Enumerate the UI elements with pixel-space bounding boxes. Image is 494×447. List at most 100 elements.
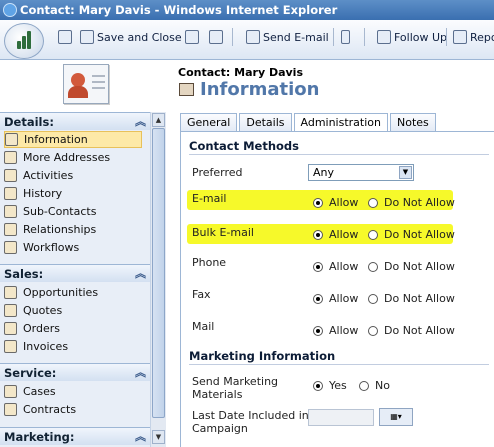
tab-notes[interactable]: Notes — [390, 113, 436, 132]
preferred-select[interactable]: Any ▼ — [308, 164, 414, 181]
toolbar: Save and Close Send E-mail Follow Up Rep… — [0, 20, 494, 60]
sidebar-item-more-addresses[interactable]: More Addresses — [4, 149, 142, 166]
floppy-disk-icon — [58, 30, 72, 44]
service-section-header[interactable]: Service: ︽ — [0, 363, 150, 381]
fax-deny-radio[interactable]: Do Not Allow — [368, 292, 455, 305]
radio-label: Allow — [329, 324, 359, 337]
send-email-button[interactable]: Send E-mail — [246, 28, 329, 46]
sales-section-header[interactable]: Sales: ︽ — [0, 264, 150, 282]
sidebar-item-invoices[interactable]: Invoices — [4, 338, 142, 355]
collapse-chevron-icon[interactable]: ︽ — [135, 364, 146, 382]
sidebar-item-history[interactable]: History — [4, 185, 142, 202]
chevron-down-icon: ▼ — [399, 166, 412, 179]
bulk-email-label: Bulk E-mail — [192, 226, 254, 239]
contact-methods-heading: Contact Methods — [189, 139, 300, 153]
window-title-bar: Contact: Mary Davis - Windows Internet E… — [0, 0, 494, 20]
sidebar-item-label: History — [23, 187, 63, 200]
sidebar-item-label: Activities — [23, 169, 74, 182]
radio-empty-icon — [368, 261, 378, 272]
email-allow-radio[interactable]: Allow — [313, 196, 358, 209]
sidebar-item-contracts[interactable]: Contracts — [4, 401, 142, 418]
tab-general[interactable]: General — [180, 113, 238, 132]
scroll-down-icon[interactable]: ▼ — [152, 430, 165, 444]
follow-up-button[interactable]: Follow Up — [377, 28, 447, 46]
bulk-email-allow-radio[interactable]: Allow — [313, 228, 358, 241]
reports-label: Repo — [470, 30, 494, 44]
marketing-section-header[interactable]: Marketing: ︽ — [0, 427, 150, 445]
collapse-chevron-icon[interactable]: ︽ — [135, 113, 146, 131]
sidebar-item-label: Quotes — [23, 304, 63, 317]
printer-icon — [209, 30, 223, 44]
send-marketing-yes-radio[interactable]: Yes — [313, 379, 347, 392]
email-label: E-mail — [192, 192, 227, 205]
reports-button[interactable]: Repo — [453, 28, 494, 46]
save-new-icon — [185, 30, 199, 44]
save-and-close-button[interactable]: Save and Close — [80, 28, 182, 46]
bulk-email-deny-radio[interactable]: Do Not Allow — [368, 228, 455, 241]
details-section-title: Details: — [4, 115, 54, 129]
mail-allow-radio[interactable]: Allow — [313, 324, 358, 337]
toolbar-separator — [446, 28, 447, 46]
tab-administration[interactable]: Administration — [293, 113, 388, 133]
radio-empty-icon — [368, 229, 378, 240]
divider — [189, 154, 489, 155]
radio-empty-icon — [368, 293, 378, 304]
save-new-button[interactable] — [185, 28, 202, 46]
sidebar-item-cases[interactable]: Cases — [4, 383, 142, 400]
orders-icon — [4, 322, 17, 335]
marketing-info-heading: Marketing Information — [189, 349, 336, 363]
sales-section-title: Sales: — [4, 267, 44, 281]
paperclip-icon — [341, 30, 350, 44]
email-icon — [246, 30, 260, 44]
radio-empty-icon — [359, 380, 369, 391]
attach-button[interactable] — [341, 28, 353, 46]
toolbar-separator — [333, 28, 334, 46]
collapse-chevron-icon[interactable]: ︽ — [135, 428, 146, 446]
email-deny-radio[interactable]: Do Not Allow — [368, 196, 455, 209]
radio-selected-icon — [313, 197, 323, 208]
service-section-title: Service: — [4, 366, 57, 380]
radio-selected-icon — [313, 325, 323, 336]
send-marketing-label-line2: Materials — [192, 388, 243, 401]
sidebar-item-label: Cases — [23, 385, 56, 398]
collapse-chevron-icon[interactable]: ︽ — [135, 265, 146, 283]
last-date-input[interactable] — [308, 409, 374, 426]
sidebar-scrollbar[interactable]: ▲ ▼ — [150, 112, 166, 447]
details-section-header[interactable]: Details: ︽ — [0, 112, 150, 130]
sub-contacts-icon — [4, 205, 17, 218]
sidebar-item-relationships[interactable]: Relationships — [4, 221, 142, 238]
sidebar-item-sub-contacts[interactable]: Sub-Contacts — [4, 203, 142, 220]
phone-allow-radio[interactable]: Allow — [313, 260, 358, 273]
radio-label: Do Not Allow — [384, 196, 455, 209]
sidebar-item-label: Opportunities — [23, 286, 99, 299]
fax-allow-radio[interactable]: Allow — [313, 292, 358, 305]
scroll-thumb[interactable] — [152, 128, 165, 418]
tab-details[interactable]: Details — [239, 113, 292, 132]
radio-selected-icon — [313, 380, 323, 391]
sidebar-item-opportunities[interactable]: Opportunities — [4, 284, 142, 301]
radio-selected-icon — [313, 229, 323, 240]
report-icon — [453, 30, 467, 44]
sidebar-item-orders[interactable]: Orders — [4, 320, 142, 337]
radio-label: Allow — [329, 260, 359, 273]
sidebar-item-workflows[interactable]: Workflows — [4, 239, 142, 256]
preferred-label: Preferred — [192, 166, 243, 179]
follow-up-label: Follow Up — [394, 30, 448, 44]
radio-label: Allow — [329, 228, 359, 241]
sidebar-item-quotes[interactable]: Quotes — [4, 302, 142, 319]
print-button[interactable] — [209, 28, 226, 46]
sidebar-item-activities[interactable]: Activities — [4, 167, 142, 184]
send-marketing-no-radio[interactable]: No — [359, 379, 390, 392]
relationships-icon — [4, 223, 17, 236]
save-button[interactable] — [58, 28, 75, 46]
save-close-icon — [80, 30, 94, 44]
phone-deny-radio[interactable]: Do Not Allow — [368, 260, 455, 273]
mail-deny-radio[interactable]: Do Not Allow — [368, 324, 455, 337]
sidebar-item-label: More Addresses — [23, 151, 111, 164]
scroll-up-icon[interactable]: ▲ — [152, 113, 165, 127]
calendar-icon[interactable]: ▦▾ — [379, 408, 413, 426]
sidebar-item-information[interactable]: Information — [4, 131, 142, 148]
last-date-label-line2: Campaign — [192, 422, 248, 435]
quotes-icon — [4, 304, 17, 317]
ie-icon — [3, 3, 17, 17]
